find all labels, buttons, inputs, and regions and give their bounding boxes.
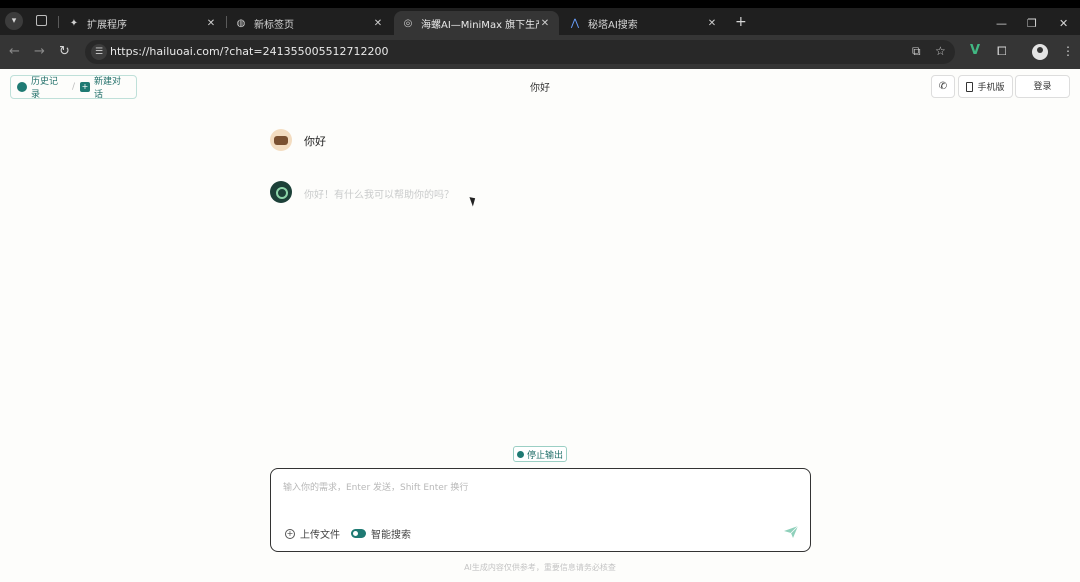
tab-label: 秘塔AI搜索 <box>588 19 638 31</box>
smart-search-label: 智能搜索 <box>371 530 411 541</box>
new-tab-button[interactable]: + <box>735 15 747 29</box>
plus-circle-icon: + <box>285 528 295 539</box>
close-icon[interactable]: ✕ <box>205 18 217 29</box>
send-icon[interactable] <box>783 525 799 539</box>
chat-page: 历史记录 / + 新建对话 你好 ✆ 手机版 登录 你好 你好！有什么我可以帮助… <box>0 69 1080 582</box>
assistant-message: 你好！有什么我可以帮助你的吗？ <box>304 190 454 201</box>
login-button[interactable]: 登录 <box>1015 75 1070 98</box>
composer: + 上传文件 智能搜索 <box>270 468 811 552</box>
url-text[interactable]: https://hailuoai.com/?chat=2413550055127… <box>110 45 389 58</box>
tab-extensions[interactable]: ✦ 扩展程序 ✕ <box>60 11 225 35</box>
menu-kebab-icon[interactable]: ⋮ <box>1062 44 1074 58</box>
upload-label: 上传文件 <box>300 530 340 541</box>
back-icon[interactable]: ← <box>9 44 20 59</box>
vue-devtools-icon[interactable]: V <box>970 43 980 58</box>
close-icon[interactable]: ✕ <box>372 18 384 29</box>
tab-metaso[interactable]: ⋀ 秘塔AI搜索 ✕ <box>561 11 726 35</box>
forward-icon[interactable]: → <box>34 44 45 59</box>
tab-label: 新标签页 <box>254 19 294 31</box>
phone-icon: ✆ <box>938 81 948 92</box>
smart-search-toggle[interactable]: 智能搜索 <box>351 526 411 541</box>
window-close-icon[interactable]: ✕ <box>1059 17 1068 30</box>
tab-label: 海螺AI—MiniMax 旗下生产力 <box>421 19 539 31</box>
disclaimer-text: AI生成内容仅供参考，重要信息请务必核查 <box>464 563 616 572</box>
mobile-version-button[interactable]: 手机版 <box>958 75 1013 98</box>
toggle-switch-icon <box>351 529 366 538</box>
stop-label: 停止输出 <box>526 450 563 461</box>
bookmark-star-icon[interactable]: ☆ <box>935 44 946 58</box>
omnibox[interactable]: ☰ https://hailuoai.com/?chat=24135500551… <box>85 40 955 64</box>
puzzle-icon: ✦ <box>69 17 79 29</box>
reload-icon[interactable]: ↻ <box>59 44 70 59</box>
phone-call-button[interactable]: ✆ <box>931 75 955 98</box>
window-icon[interactable] <box>36 15 47 26</box>
minimize-icon[interactable]: — <box>996 17 1007 30</box>
extensions-icon[interactable]: ⧠ <box>997 44 1007 59</box>
tab-hailuo[interactable]: ◎ 海螺AI—MiniMax 旗下生产力 ✕ <box>394 11 559 35</box>
upload-file-button[interactable]: + 上传文件 <box>285 526 340 541</box>
mobile-label: 手机版 <box>977 83 1005 93</box>
tab-search-button[interactable]: ▾ <box>5 12 23 30</box>
profile-icon[interactable] <box>1032 44 1048 60</box>
os-top-strip <box>0 0 1080 8</box>
install-app-icon[interactable]: ⧉ <box>912 44 921 59</box>
tab-label: 扩展程序 <box>87 19 127 31</box>
hailuo-icon: ◎ <box>403 17 413 29</box>
assistant-avatar <box>270 181 292 203</box>
user-message: 你好 <box>304 135 326 148</box>
mouse-cursor-icon <box>469 195 478 207</box>
stop-icon <box>516 450 524 458</box>
close-icon[interactable]: ✕ <box>539 18 551 29</box>
restore-icon[interactable]: ❐ <box>1027 17 1037 30</box>
page-title: 你好 <box>530 83 550 94</box>
close-icon[interactable]: ✕ <box>706 18 718 29</box>
address-bar-area: ← → ↻ ☰ https://hailuoai.com/?chat=24135… <box>0 35 1080 69</box>
mobile-icon <box>966 81 974 92</box>
site-info-icon[interactable]: ☰ <box>91 44 107 60</box>
tab-new-tab[interactable]: ◍ 新标签页 ✕ <box>227 11 392 35</box>
user-avatar <box>270 129 292 151</box>
browser-tab-strip: ▾ ✦ 扩展程序 ✕ ◍ 新标签页 ✕ ◎ 海螺AI—MiniMax 旗下生产力… <box>0 8 1080 35</box>
prompt-input[interactable] <box>283 479 783 497</box>
globe-icon: ◍ <box>236 17 246 29</box>
stop-output-button[interactable]: 停止输出 <box>513 446 567 462</box>
tab-divider <box>58 16 59 28</box>
metaso-icon: ⋀ <box>570 17 580 29</box>
